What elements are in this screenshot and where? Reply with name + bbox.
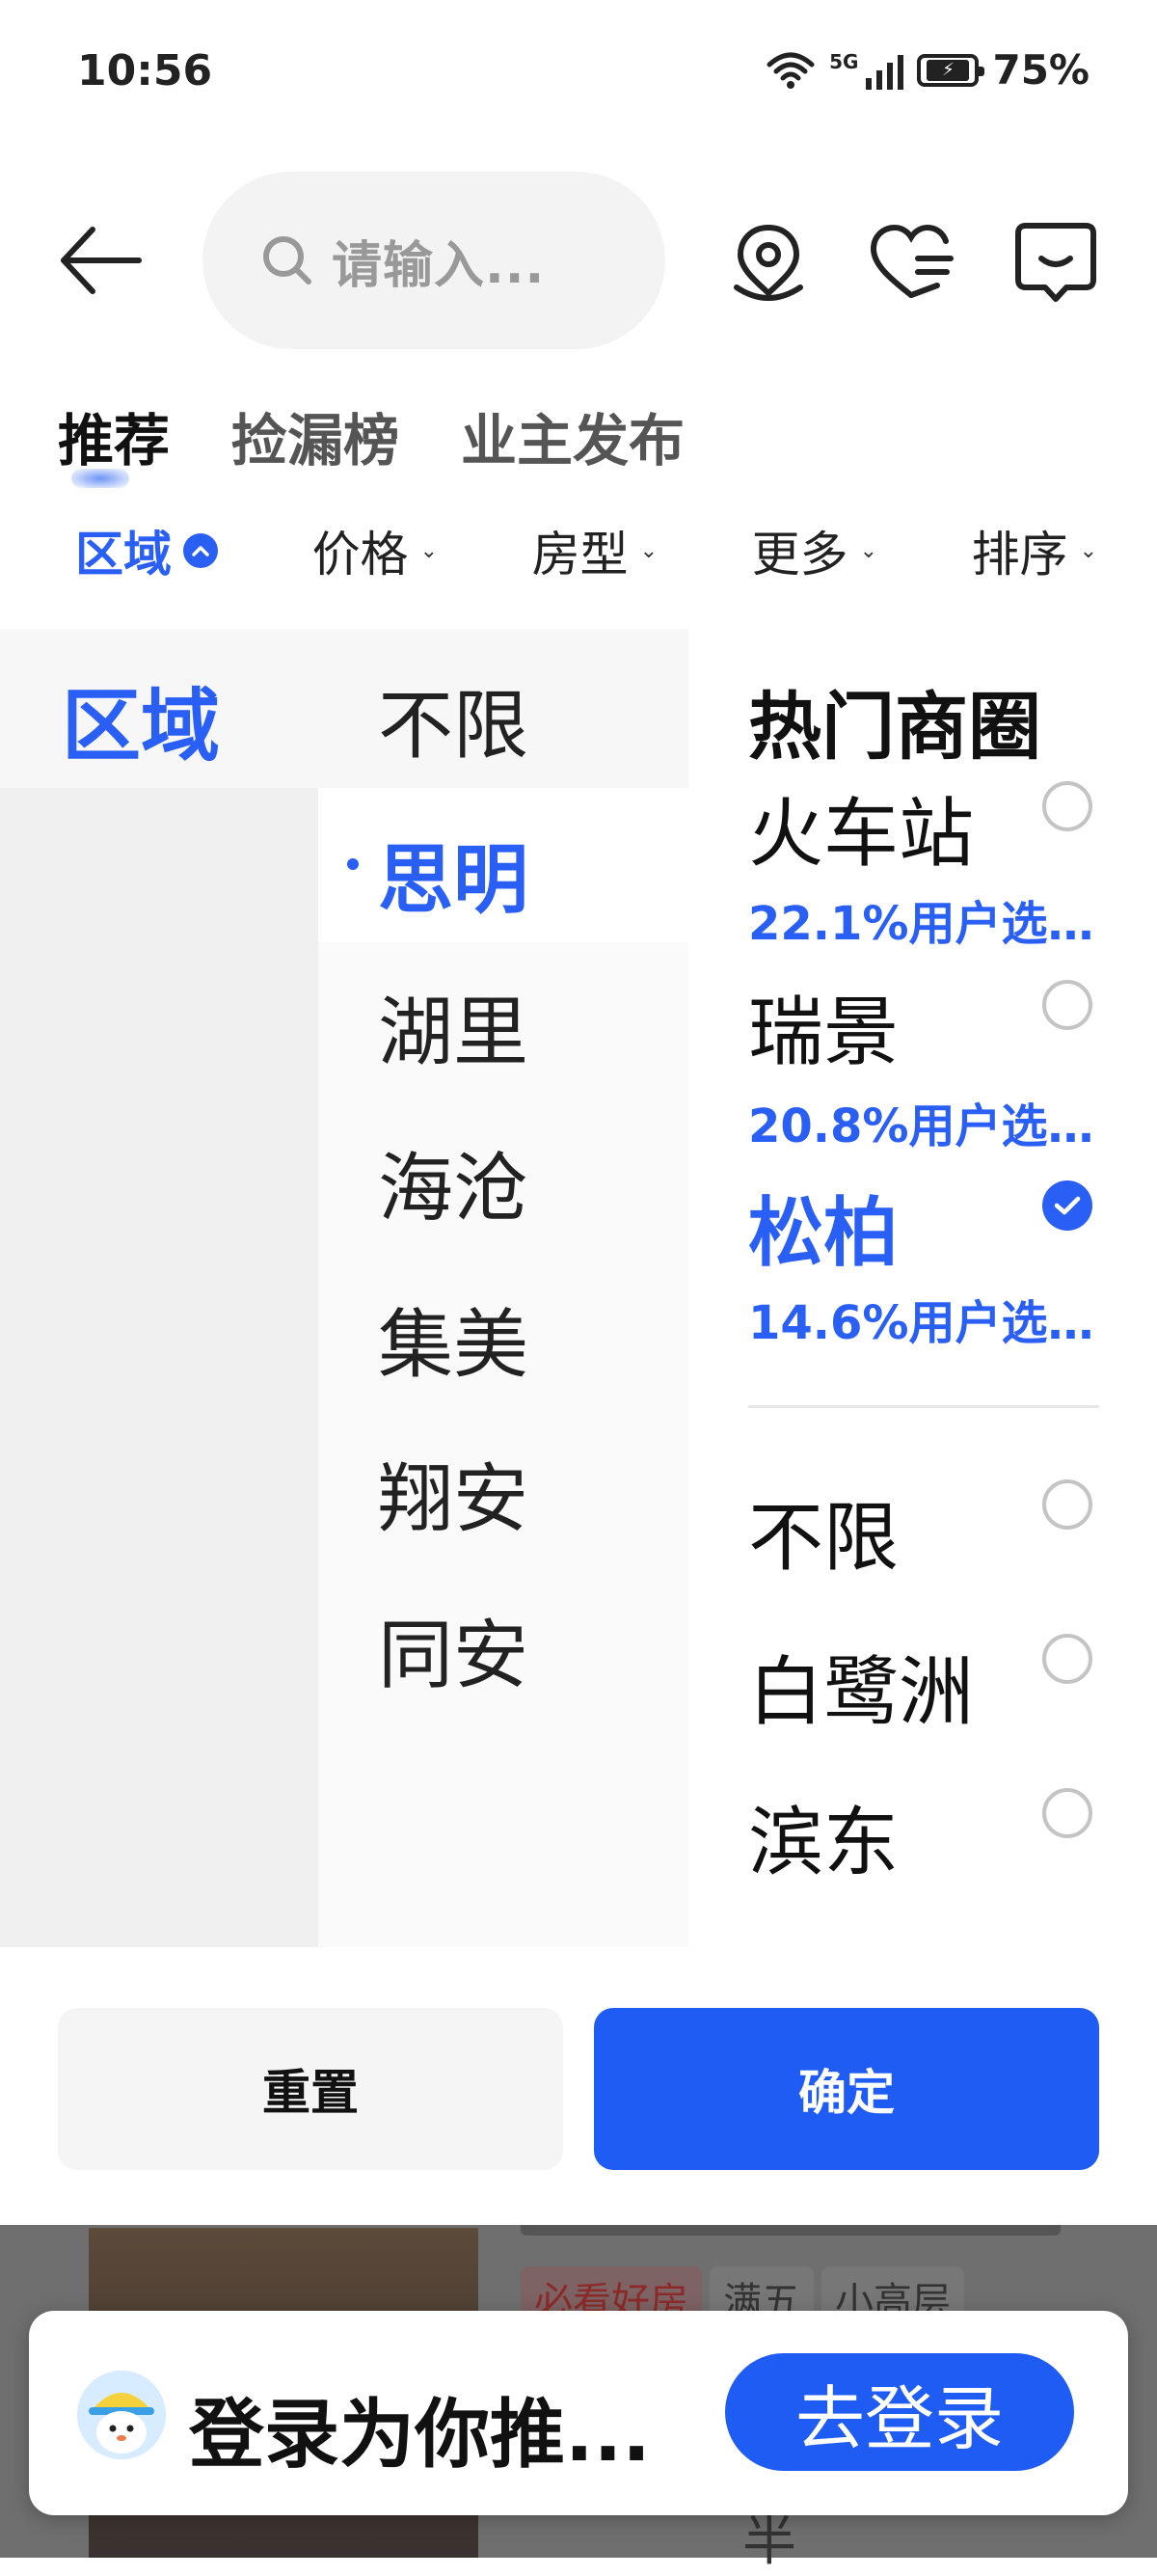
- chevron-up-icon: [183, 533, 218, 568]
- heart-list-icon[interactable]: [868, 220, 955, 307]
- filter-area-label: 区域: [75, 527, 172, 583]
- business-area-name[interactable]: 不限: [748, 1478, 899, 1586]
- divider: [748, 1405, 1099, 1408]
- district-item[interactable]: 同安: [378, 1595, 528, 1703]
- business-area-name[interactable]: 松柏: [748, 1173, 899, 1281]
- search-icon: [263, 236, 311, 285]
- radio-button[interactable]: [1042, 1479, 1092, 1530]
- tab-owner-listings[interactable]: 业主发布: [461, 395, 685, 476]
- business-area-stat: 14.6%用户选...: [748, 1296, 1095, 1350]
- status-icons: 5G ⚡ 75%: [766, 46, 1090, 94]
- go-login-button[interactable]: 去登录: [725, 2353, 1074, 2471]
- tab-bargain-list[interactable]: 捡漏榜: [231, 395, 399, 476]
- network-type: 5G: [829, 50, 859, 73]
- filter-layout[interactable]: 房型 ⌄: [532, 516, 658, 585]
- confirm-button[interactable]: 确定: [594, 2008, 1099, 2170]
- radio-button[interactable]: [1042, 781, 1092, 831]
- business-area-name[interactable]: 白鹭洲: [748, 1632, 974, 1740]
- location-pin-icon[interactable]: [725, 220, 812, 307]
- filter-layout-label: 房型: [531, 527, 629, 583]
- message-icon[interactable]: [1012, 220, 1099, 307]
- area-filter-panel: 区域 不限 思明 湖里 海沧 集美 翔安 同安 热门商圈 火车站 22.1%用户…: [0, 629, 1157, 2225]
- business-area-name[interactable]: 滨东: [748, 1782, 899, 1890]
- chevron-down-icon: ⌄: [1079, 538, 1097, 563]
- content-tabs: 推荐 捡漏榜 业主发布: [58, 395, 685, 488]
- filter-sort-label: 排序: [971, 527, 1068, 583]
- business-area-stat: 20.8%用户选...: [748, 1099, 1095, 1153]
- filter-price[interactable]: 价格 ⌄: [312, 516, 438, 585]
- battery-level: 75%: [992, 46, 1090, 94]
- battery-icon: ⚡: [917, 53, 985, 87]
- filter-sort[interactable]: 排序 ⌄: [972, 516, 1097, 585]
- chevron-down-icon: ⌄: [639, 538, 658, 563]
- filter-price-label: 价格: [311, 527, 409, 583]
- district-item[interactable]: 海沧: [378, 1128, 528, 1236]
- filter-bar: 区域 价格 ⌄ 房型 ⌄ 更多 ⌄ 排序 ⌄: [75, 516, 1097, 585]
- radio-button[interactable]: [1042, 1634, 1092, 1684]
- district-item[interactable]: 集美: [378, 1285, 528, 1393]
- category-column: [0, 629, 318, 1947]
- filter-area[interactable]: 区域: [75, 516, 218, 585]
- chevron-down-icon: ⌄: [859, 538, 877, 563]
- district-item[interactable]: 思明: [378, 820, 528, 928]
- category-label: 区域: [62, 681, 221, 773]
- business-area-name[interactable]: 火车站: [748, 773, 974, 881]
- reset-button[interactable]: 重置: [58, 2008, 563, 2170]
- checked-radio-icon[interactable]: [1042, 1180, 1092, 1231]
- district-item[interactable]: 翔安: [378, 1439, 528, 1547]
- status-time: 10:56: [77, 46, 213, 95]
- login-prompt-text: 登录为你推...: [189, 2392, 651, 2479]
- back-arrow-icon[interactable]: [58, 222, 145, 299]
- chevron-down-icon: ⌄: [419, 538, 438, 563]
- radio-button[interactable]: [1042, 1788, 1092, 1838]
- filter-more[interactable]: 更多 ⌄: [752, 516, 877, 585]
- business-area-stat: 22.1%用户选...: [748, 897, 1095, 951]
- business-area-name[interactable]: 瑞景: [748, 972, 899, 1080]
- hot-areas-title: 热门商圈: [748, 684, 1041, 770]
- signal-icon: [866, 51, 904, 90]
- district-item[interactable]: 不限: [378, 665, 528, 773]
- district-item[interactable]: 湖里: [378, 972, 528, 1080]
- filter-more-label: 更多: [751, 527, 848, 583]
- search-placeholder: 请输入...: [332, 236, 546, 295]
- tab-recommend[interactable]: 推荐: [58, 395, 170, 488]
- selected-dot: [347, 858, 359, 870]
- mascot-avatar-icon: [77, 2371, 166, 2459]
- radio-button[interactable]: [1042, 980, 1092, 1030]
- wifi-icon: [767, 52, 815, 89]
- search-input[interactable]: 请输入...: [202, 172, 665, 349]
